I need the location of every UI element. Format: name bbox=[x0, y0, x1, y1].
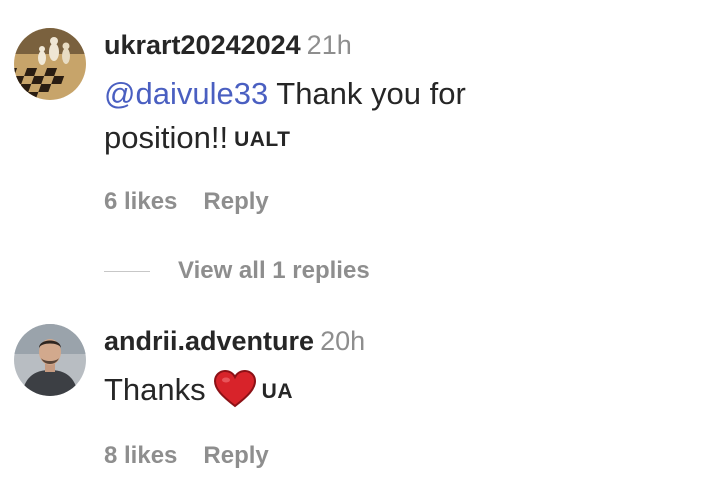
username[interactable]: ukrart20242024 bbox=[104, 30, 301, 60]
comment-header: andrii.adventure 20h bbox=[104, 324, 704, 358]
timestamp: 21h bbox=[306, 30, 352, 60]
comment-body: andrii.adventure 20h Thanks UA 8 likes Repl… bbox=[104, 324, 704, 470]
comment-body: ukrart20242024 21h @daivule33 Thank you f… bbox=[104, 28, 704, 216]
likes-count[interactable]: 6 likes bbox=[104, 188, 177, 215]
flag-code: UALT bbox=[234, 128, 291, 151]
comment-text: Thanks UA bbox=[104, 368, 704, 414]
comment-text: @daivule33 Thank you for position!! UALT bbox=[104, 72, 704, 162]
comment-actions: 8 likes Reply bbox=[104, 442, 704, 470]
comment-text-part1: Thank you for bbox=[268, 76, 466, 111]
red-heart-icon bbox=[213, 370, 256, 408]
mention-link[interactable]: @daivule33 bbox=[104, 76, 268, 111]
comment-text-part1: Thanks bbox=[104, 372, 206, 407]
chess-board-avatar-icon bbox=[14, 28, 86, 100]
person-photo-avatar-icon bbox=[14, 324, 86, 396]
comment-header: ukrart20242024 21h bbox=[104, 28, 704, 62]
username[interactable]: andrii.adventure bbox=[104, 326, 314, 356]
avatar-ukrart[interactable] bbox=[14, 28, 86, 100]
comment-andrii: andrii.adventure 20h Thanks UA 8 likes Repl… bbox=[14, 324, 704, 474]
comment-text-part2: position!! bbox=[104, 120, 229, 155]
likes-count[interactable]: 8 likes bbox=[104, 442, 177, 469]
reply-button[interactable]: Reply bbox=[203, 188, 268, 215]
reply-button[interactable]: Reply bbox=[203, 442, 268, 469]
flag-code: UA bbox=[261, 380, 294, 403]
avatar-andrii[interactable] bbox=[14, 324, 86, 396]
view-replies-label: View all 1 replies bbox=[178, 257, 370, 284]
comment-ukrart: ukrart20242024 21h @daivule33 Thank you f… bbox=[14, 28, 704, 218]
timestamp: 20h bbox=[320, 326, 366, 356]
divider-line bbox=[104, 270, 150, 272]
comment-actions: 6 likes Reply bbox=[104, 188, 704, 216]
view-replies-button[interactable]: View all 1 replies bbox=[104, 255, 370, 287]
